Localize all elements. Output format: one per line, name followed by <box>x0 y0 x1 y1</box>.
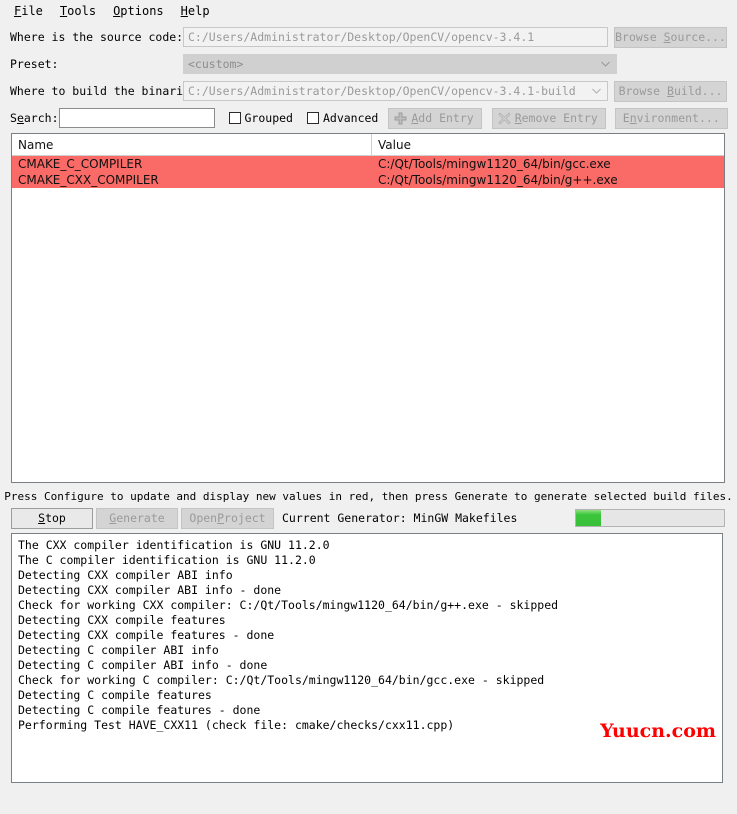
menu-bar: File Tools Options Help <box>0 0 737 22</box>
remove-entry-label: Remove Entry <box>514 111 598 125</box>
preset-combobox[interactable]: <custom> <box>183 54 617 74</box>
current-generator-label: Current Generator: MinGW Makefiles <box>282 511 518 525</box>
progress-bar-fill <box>576 510 602 526</box>
action-bar: Stop Generate Open Project Current Gener… <box>11 507 725 529</box>
log-line: Detecting CXX compile features - done <box>18 628 275 642</box>
menu-item-help[interactable]: Help <box>173 2 219 20</box>
advanced-checkbox-box[interactable] <box>306 112 319 124</box>
remove-entry-button[interactable]: Remove Entry <box>491 107 606 129</box>
log-line: The C compiler identification is GNU 11.… <box>18 553 316 567</box>
browse-build-button[interactable]: Browse Build... <box>614 80 727 102</box>
progress-bar <box>575 509 725 527</box>
preset-row: Preset: <custom> <box>10 53 727 75</box>
log-line: Detecting C compiler ABI info - done <box>18 658 268 672</box>
table-row[interactable]: CMAKE_CXX_COMPILER C:/Qt/Tools/mingw1120… <box>12 172 724 188</box>
search-input[interactable] <box>58 108 215 128</box>
environment-label: Environment... <box>622 111 720 125</box>
advanced-checkbox-label: Advanced <box>322 111 379 125</box>
build-binaries-label: Where to build the binaries: <box>10 84 204 98</box>
cache-entry-value[interactable]: C:/Qt/Tools/mingw1120_64/bin/g++.exe <box>372 172 724 188</box>
x-mark-icon <box>498 111 511 125</box>
log-line: Detecting CXX compiler ABI info - done <box>18 583 282 597</box>
advanced-checkbox[interactable]: Advanced <box>306 111 379 125</box>
open-project-button[interactable]: Open Project <box>181 507 274 529</box>
plus-icon <box>394 112 407 125</box>
log-line: Detecting CXX compiler ABI info <box>18 568 233 582</box>
configure-hint-text: Press Configure to update and display ne… <box>4 490 733 503</box>
environment-button[interactable]: Environment... <box>614 107 728 129</box>
preset-label: Preset: <box>10 57 59 71</box>
build-binaries-input[interactable]: C:/Users/Administrator/Desktop/OpenCV/op… <box>183 81 608 101</box>
watermark-text: Yuucn.com <box>600 720 716 742</box>
cache-variable-table[interactable]: Name Value CMAKE_C_COMPILER C:/Qt/Tools/… <box>11 133 725 483</box>
menu-item-file[interactable]: File <box>6 2 52 20</box>
log-line: Detecting CXX compile features <box>18 613 226 627</box>
preset-value: <custom> <box>188 57 244 71</box>
stop-button[interactable]: Stop <box>11 507 93 529</box>
log-line: The CXX compiler identification is GNU 1… <box>18 538 330 552</box>
menu-item-options[interactable]: Options <box>105 2 173 20</box>
build-binaries-value: C:/Users/Administrator/Desktop/OpenCV/op… <box>188 84 576 98</box>
column-header-name[interactable]: Name <box>12 134 372 156</box>
output-log-panel[interactable]: The CXX compiler identification is GNU 1… <box>11 533 723 783</box>
log-line: Check for working C compiler: C:/Qt/Tool… <box>18 673 545 687</box>
build-binaries-row: Where to build the binaries: C:/Users/Ad… <box>10 80 727 102</box>
column-header-value[interactable]: Value <box>372 134 724 156</box>
browse-source-button[interactable]: Browse Source... <box>614 26 727 48</box>
menu-item-tools[interactable]: Tools <box>52 2 105 20</box>
search-label: Search: <box>10 111 59 125</box>
source-code-label: Where is the source code: <box>10 30 184 44</box>
generate-button[interactable]: Generate <box>96 507 178 529</box>
grouped-checkbox[interactable]: Grouped <box>228 111 293 125</box>
path-form: Where is the source code: C:/Users/Admin… <box>0 22 737 129</box>
cache-entry-value[interactable]: C:/Qt/Tools/mingw1120_64/bin/gcc.exe <box>372 156 724 172</box>
add-entry-button[interactable]: Add Entry <box>388 107 482 129</box>
cache-entry-name: CMAKE_CXX_COMPILER <box>18 173 159 187</box>
table-header-row: Name Value <box>12 134 724 156</box>
source-code-row: Where is the source code: C:/Users/Admin… <box>10 26 727 48</box>
log-line: Detecting C compile features <box>18 688 212 702</box>
grouped-checkbox-label: Grouped <box>244 111 293 125</box>
log-line: Check for working CXX compiler: C:/Qt/To… <box>18 598 559 612</box>
cache-entry-name: CMAKE_C_COMPILER <box>18 157 143 171</box>
source-code-input[interactable]: C:/Users/Administrator/Desktop/OpenCV/op… <box>183 27 608 47</box>
chevron-down-icon[interactable] <box>591 82 601 100</box>
search-toolbar-row: Search: Grouped Advanced Add Entry Remov… <box>10 107 728 129</box>
log-line: Detecting C compile features - done <box>18 703 261 717</box>
log-line: Detecting C compiler ABI info <box>18 643 219 657</box>
table-row[interactable]: CMAKE_C_COMPILER C:/Qt/Tools/mingw1120_6… <box>12 156 724 172</box>
add-entry-label: Add Entry <box>411 111 474 125</box>
chevron-down-icon <box>600 55 610 73</box>
grouped-checkbox-box[interactable] <box>228 112 241 124</box>
